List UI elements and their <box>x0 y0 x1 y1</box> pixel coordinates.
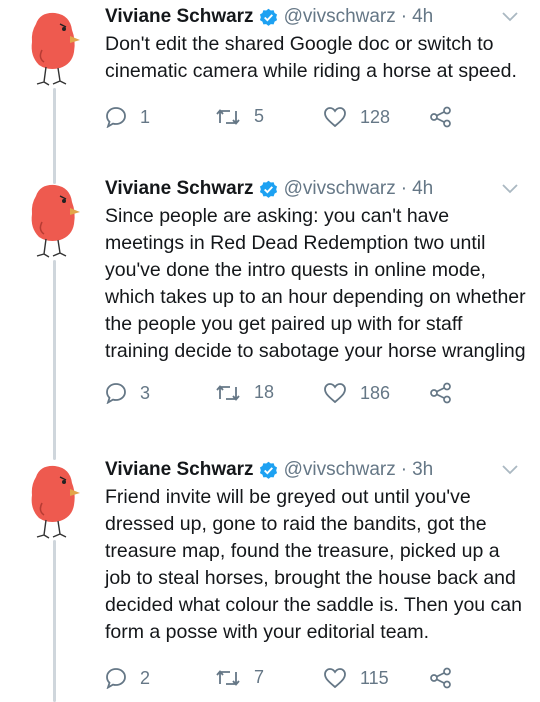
tweet-text: Don't edit the shared Google doc or swit… <box>105 33 517 82</box>
share-icon <box>430 382 451 404</box>
retweet-icon <box>216 384 240 401</box>
retweet-count: 5 <box>254 106 265 126</box>
like-count: 115 <box>360 667 389 688</box>
author-handle[interactable]: @vivschwarz <box>284 457 396 483</box>
bird-avatar-icon <box>31 184 80 258</box>
separator-dot: · <box>400 6 408 27</box>
reply-button[interactable]: 1 <box>105 106 150 128</box>
reply-icon <box>106 668 126 689</box>
like-button[interactable]: 186 <box>323 382 390 404</box>
tweet-actions: 3 18 186 <box>105 382 530 412</box>
tweet-text: Since people are asking: you can't have … <box>105 205 526 362</box>
reply-count: 3 <box>140 382 151 403</box>
share-button[interactable] <box>429 667 453 689</box>
like-icon <box>324 383 346 404</box>
like-count: 186 <box>360 382 391 403</box>
reply-count: 1 <box>140 106 151 127</box>
timestamp[interactable]: 3h <box>412 457 433 483</box>
bird-avatar-icon <box>31 12 80 86</box>
author-name[interactable]: Viviane Schwarz <box>105 457 254 483</box>
thread-line <box>53 88 56 184</box>
chevron-down-icon[interactable] <box>501 182 519 196</box>
share-button[interactable] <box>429 106 453 128</box>
verified-badge-icon <box>259 180 277 198</box>
like-icon <box>324 668 346 689</box>
reply-icon <box>106 383 126 404</box>
reply-icon <box>106 107 126 128</box>
verified-badge-icon <box>259 461 277 479</box>
author-handle[interactable]: @vivschwarz <box>284 176 396 202</box>
tweet-text: Friend invite will be greyed out until y… <box>105 486 522 643</box>
like-count: 128 <box>360 106 391 127</box>
tweet-actions: 1 5 128 <box>105 106 530 136</box>
like-button[interactable]: 115 <box>323 667 389 689</box>
retweet-icon <box>216 108 240 125</box>
retweet-button[interactable]: 18 <box>215 382 274 403</box>
chevron-down-icon[interactable] <box>501 463 519 477</box>
author-handle[interactable]: @vivschwarz <box>284 4 396 30</box>
share-icon <box>430 106 451 128</box>
reply-count: 2 <box>140 667 151 688</box>
timestamp[interactable]: 4h <box>412 176 433 202</box>
avatar[interactable] <box>22 182 84 260</box>
timestamp[interactable]: 4h <box>412 4 433 30</box>
like-button[interactable]: 128 <box>323 106 390 128</box>
share-button[interactable] <box>429 382 453 404</box>
author-name[interactable]: Viviane Schwarz <box>105 4 254 30</box>
retweet-count: 7 <box>254 667 265 687</box>
avatar[interactable] <box>22 463 84 541</box>
thread-line <box>53 260 56 460</box>
retweet-button[interactable]: 5 <box>215 106 264 127</box>
reply-button[interactable]: 2 <box>105 667 150 689</box>
retweet-button[interactable]: 7 <box>215 667 264 688</box>
separator-dot: · <box>400 459 408 480</box>
bird-avatar-icon <box>31 465 80 539</box>
chevron-down-icon[interactable] <box>501 10 519 24</box>
thread-line <box>53 540 56 702</box>
tweet-actions: 2 7 115 <box>105 667 530 697</box>
verified-badge-icon <box>259 8 277 26</box>
separator-dot: · <box>400 178 408 199</box>
author-name[interactable]: Viviane Schwarz <box>105 176 254 202</box>
retweet-count: 18 <box>254 382 275 402</box>
like-icon <box>324 107 346 128</box>
reply-button[interactable]: 3 <box>105 382 150 404</box>
retweet-icon <box>216 669 240 686</box>
share-icon <box>430 667 451 689</box>
avatar[interactable] <box>22 10 84 88</box>
